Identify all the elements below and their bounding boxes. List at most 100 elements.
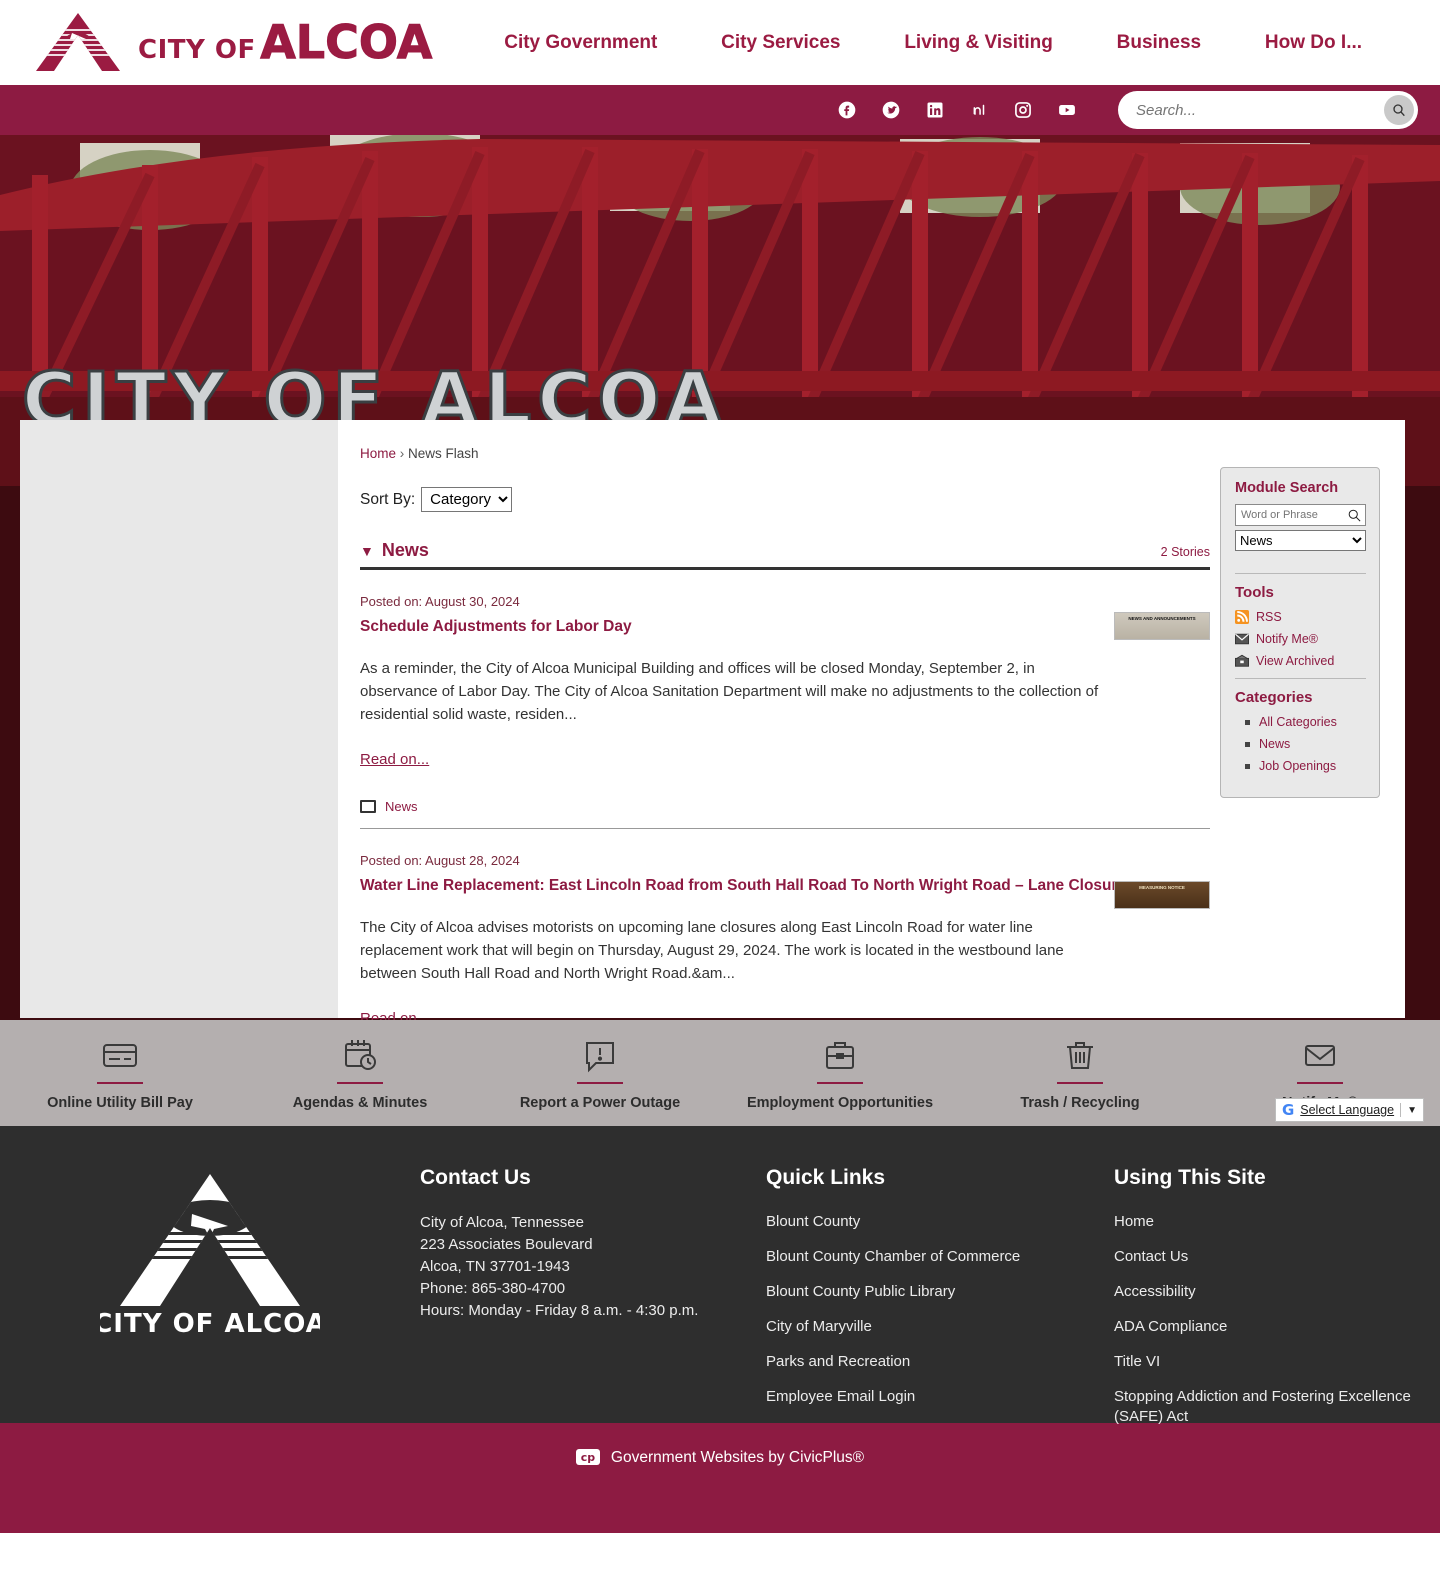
footer-link-home[interactable]: Home [1114, 1212, 1440, 1232]
envelope-icon [1235, 632, 1249, 646]
footer-link-public-library[interactable]: Blount County Public Library [766, 1282, 1114, 1302]
main-navigation: City Government City Services Living & V… [432, 32, 1440, 54]
quick-link-employment-opportunities[interactable]: Employment Opportunities [740, 1034, 940, 1111]
accent-rule [337, 1082, 383, 1084]
tool-view-archived[interactable]: View Archived [1235, 654, 1366, 668]
linkedin-icon[interactable] [924, 99, 946, 121]
module-search-panel: Module Search News Tools RSS [1220, 467, 1380, 798]
tool-rss[interactable]: RSS [1235, 610, 1366, 624]
footer-link-accessibility[interactable]: Accessibility [1114, 1282, 1440, 1302]
hero-photo: CITY OF ALCOA [0, 135, 1440, 420]
accent-rule [1297, 1082, 1343, 1084]
footer-link-title-vi[interactable]: Title VI [1114, 1352, 1440, 1372]
footer-link-city-of-maryville[interactable]: City of Maryville [766, 1317, 1114, 1337]
news-story: MEASURING NOTICE Posted on: August 28, 2… [360, 829, 1210, 1028]
quick-link-trash-recycling[interactable]: Trash / Recycling [980, 1034, 1180, 1111]
briefcase-icon [820, 1034, 860, 1076]
quick-link-label: Trash / Recycling [1020, 1095, 1140, 1111]
story-read-on-link[interactable]: Read on... [360, 751, 429, 768]
story-posted-date: Posted on: August 28, 2024 [360, 852, 520, 868]
story-excerpt: The City of Alcoa advises motorists on u… [360, 918, 1064, 982]
quick-link-agendas-minutes[interactable]: Agendas & Minutes [260, 1034, 460, 1111]
nav-living-visiting[interactable]: Living & Visiting [904, 32, 1053, 54]
quick-link-online-utility-bill-pay[interactable]: Online Utility Bill Pay [20, 1034, 220, 1111]
breadcrumb-home[interactable]: Home [360, 446, 396, 461]
breadcrumb-separator: › [399, 446, 405, 461]
quick-links-icon-bar: Online Utility Bill Pay Agendas & Minute… [0, 1020, 1440, 1126]
tool-label: RSS [1256, 610, 1282, 624]
google-translate-widget[interactable]: G Select Language ▼ [1274, 1098, 1424, 1122]
story-title[interactable]: Water Line Replacement: East Lincoln Roa… [360, 877, 1210, 895]
svg-text:CITY OF ALCOA: CITY OF ALCOA [22, 357, 728, 420]
nav-city-services[interactable]: City Services [721, 32, 840, 54]
quick-link-label: Online Utility Bill Pay [47, 1095, 193, 1111]
envelope-icon [1300, 1034, 1340, 1076]
quick-link-label: Agendas & Minutes [292, 1095, 428, 1111]
quick-link-label: Report a Power Outage [519, 1095, 681, 1111]
nav-how-do-i[interactable]: How Do I... [1265, 32, 1362, 54]
story-thumbnail[interactable]: MEASURING NOTICE [1114, 880, 1210, 909]
translate-label: Select Language [1300, 1103, 1395, 1117]
social-links [836, 99, 1078, 121]
credit-card-icon [100, 1034, 140, 1076]
divider [1400, 1103, 1402, 1117]
chevron-down-icon[interactable]: ▼ [1407, 1105, 1417, 1116]
tools-title: Tools [1235, 584, 1274, 601]
tool-notify-me[interactable]: Notify Me® [1235, 632, 1366, 646]
story-tag-row: News [360, 799, 1210, 829]
categories-title: Categories [1235, 689, 1313, 706]
civicplus-credit-link[interactable]: Government Websites by CivicPlus® [611, 1449, 864, 1467]
footer-link-parks-and-recreation[interactable]: Parks and Recreation [766, 1352, 1114, 1372]
story-thumbnail[interactable]: NEWS AND ANNOUNCEMENTS [1114, 612, 1210, 640]
page-content-card: Home › News Flash Sort By: Category ▼ New… [20, 420, 1405, 1027]
footer-link-contact-us[interactable]: Contact Us [1114, 1247, 1440, 1267]
utility-bar [0, 85, 1440, 135]
news-category-title[interactable]: ▼ News [360, 540, 429, 561]
footer-quick-links-title: Quick Links [766, 1166, 886, 1189]
module-search-input[interactable] [1241, 509, 1347, 521]
footer-link-blount-county[interactable]: Blount County [766, 1212, 1114, 1232]
contact-hours: Hours: Monday - Friday 8 a.m. - 4:30 p.m… [420, 1302, 699, 1320]
civicplus-logo-icon: cp [575, 1449, 600, 1465]
category-item[interactable]: Job Openings [1245, 759, 1366, 773]
footer-using-site-title: Using This Site [1114, 1166, 1266, 1189]
quick-link-report-power-outage[interactable]: Report a Power Outage [500, 1034, 700, 1111]
footer-link-employee-email-login[interactable]: Employee Email Login [766, 1387, 1114, 1407]
sort-by-select[interactable]: Category [421, 487, 513, 512]
accent-rule [577, 1082, 623, 1084]
footer-using-this-site-column: Using This Site Home Contact Us Accessib… [1114, 1162, 1440, 1425]
archive-icon [1235, 654, 1249, 668]
contact-line: 223 Associates Boulevard [420, 1236, 593, 1254]
youtube-icon[interactable] [1056, 99, 1078, 121]
facebook-icon[interactable] [836, 99, 858, 121]
nav-city-government[interactable]: City Government [504, 32, 657, 54]
nav-business[interactable]: Business [1117, 32, 1201, 54]
quick-link-label: Employment Opportunities [746, 1095, 934, 1111]
divider [1235, 678, 1366, 679]
story-thumbnail-text: MEASURING NOTICE [1139, 884, 1185, 890]
magnifier-icon[interactable] [1347, 508, 1362, 523]
tool-label: Notify Me® [1256, 632, 1318, 646]
accent-rule [1057, 1082, 1103, 1084]
category-item[interactable]: All Categories [1245, 715, 1366, 729]
footer-link-safe-act[interactable]: Stopping Addiction and Fostering Excelle… [1114, 1387, 1440, 1427]
footer-contact-title: Contact Us [420, 1166, 531, 1189]
alcoa-logo-icon [28, 11, 128, 75]
footer-link-ada-compliance[interactable]: ADA Compliance [1114, 1317, 1440, 1337]
site-logo[interactable]: CITY OF ALCOA [28, 11, 433, 75]
instagram-icon[interactable] [1012, 99, 1034, 121]
search-input[interactable] [1136, 101, 1384, 119]
search-submit-button[interactable] [1384, 95, 1414, 125]
story-category-tag[interactable]: News [385, 799, 418, 814]
category-tag-icon [360, 799, 376, 813]
collapse-caret-icon: ▼ [360, 543, 374, 559]
tool-label: View Archived [1256, 654, 1335, 668]
story-title[interactable]: Schedule Adjustments for Labor Day [360, 618, 1210, 636]
nextdoor-icon[interactable] [968, 99, 990, 121]
twitter-icon[interactable] [880, 99, 902, 121]
site-footer: CITY OF ALCOA Contact Us City of Alcoa, … [0, 1126, 1440, 1425]
module-type-select[interactable]: News [1235, 530, 1366, 551]
category-item[interactable]: News [1245, 737, 1366, 751]
divider [1235, 573, 1366, 574]
footer-link-chamber-of-commerce[interactable]: Blount County Chamber of Commerce [766, 1247, 1114, 1267]
